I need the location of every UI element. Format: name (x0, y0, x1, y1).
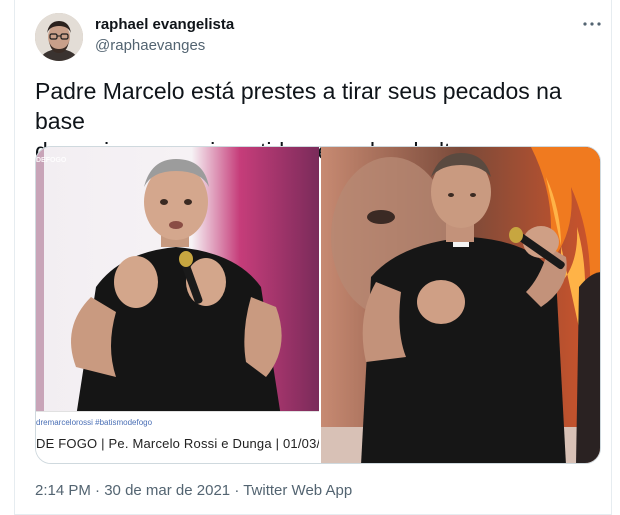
media-photo-left[interactable]: DEFOGO dremarcelorossi #batismodefogo DE… (36, 147, 319, 463)
tweet-date[interactable]: 30 de mar de 2021 (104, 482, 230, 499)
priest-stage-image (321, 147, 600, 463)
tweet-metadata: 2:14 PM · 30 de mar de 2021 · Twitter We… (35, 482, 352, 499)
more-options-icon (583, 22, 601, 26)
tv-hashtags: dremarcelorossi #batismodefogo (36, 418, 153, 427)
tweet-source[interactable]: Twitter Web App (243, 482, 352, 499)
author-avatar[interactable] (35, 13, 83, 61)
tv-channel-label: DEFOGO (36, 157, 67, 164)
author-display-name[interactable]: raphael evangelista (95, 16, 234, 33)
tv-program-title: DE FOGO | Pe. Marcelo Rossi e Dunga | 01… (36, 436, 319, 451)
tweet-text-line-1: Padre Marcelo está prestes a tirar seus … (35, 78, 562, 134)
tweet-media: DEFOGO dremarcelorossi #batismodefogo DE… (35, 146, 601, 464)
person-avatar-icon (35, 13, 83, 61)
tv-caption-bar: dremarcelorossi #batismodefogo DE FOGO |… (36, 411, 319, 463)
author-handle[interactable]: @raphaevanges (95, 37, 205, 54)
more-options-button[interactable] (581, 13, 603, 35)
meta-separator: · (90, 482, 105, 499)
tweet-card: raphael evangelista @raphaevanges Padre … (14, 0, 612, 515)
meta-separator-2: · (230, 482, 244, 499)
media-photo-right[interactable] (321, 147, 600, 463)
tweet-time[interactable]: 2:14 PM (35, 482, 91, 499)
